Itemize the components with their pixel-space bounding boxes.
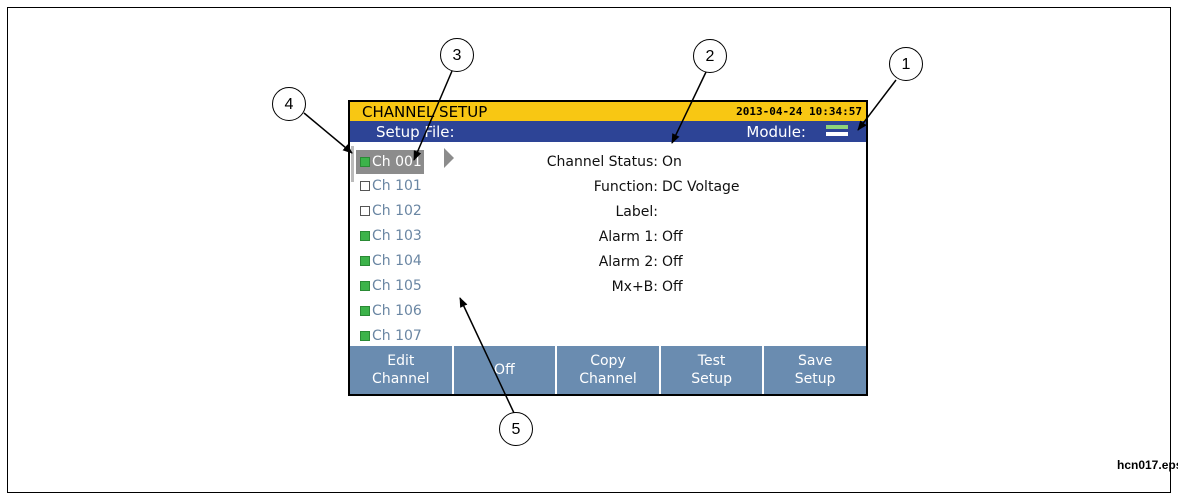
prop-value: Off <box>662 279 683 295</box>
channel-item-106[interactable]: Ch 106 <box>360 299 422 323</box>
prop-channel-status: Channel Status: On <box>520 150 866 174</box>
channel-item-105[interactable]: Ch 105 <box>360 274 422 298</box>
channel-item-107[interactable]: Ch 107 <box>360 324 422 348</box>
callout-1: 1 <box>889 47 923 81</box>
setup-bar: Setup File: Module: <box>350 121 866 142</box>
callout-3: 3 <box>440 38 474 72</box>
channel-label: Ch 103 <box>372 228 422 244</box>
prop-alarm-2: Alarm 2: Off <box>520 250 866 274</box>
channel-item-101[interactable]: Ch 101 <box>360 174 422 198</box>
prop-mxb: Mx+B: Off <box>520 275 866 299</box>
off-button[interactable]: Off <box>453 346 558 394</box>
channel-status-icon <box>360 256 370 266</box>
channel-label: Ch 107 <box>372 328 422 344</box>
module-label: Module: <box>746 123 806 141</box>
channel-label: Ch 106 <box>372 303 422 319</box>
softkey-bar: Edit Channel Off Copy Channel Test Setup… <box>350 346 866 394</box>
channel-status-icon <box>360 231 370 241</box>
prop-value: On <box>662 154 682 170</box>
channel-list: Ch 001 Ch 101 Ch 102 Ch 103 Ch 104 Ch 10… <box>350 142 520 344</box>
channel-item-104[interactable]: Ch 104 <box>360 249 422 273</box>
softkey-line2: Channel <box>579 371 637 387</box>
prop-label-field: Label: <box>520 200 866 224</box>
channel-label: Ch 001 <box>372 154 422 170</box>
module-icon <box>826 125 848 137</box>
screen-title: CHANNEL SETUP <box>362 103 488 121</box>
softkey-line2: Channel <box>372 371 430 387</box>
prop-label: Alarm 2: <box>598 254 658 270</box>
channel-status-icon <box>360 206 370 216</box>
datetime: 2013-04-24 10:34:57 <box>736 105 862 118</box>
channel-status-icon <box>360 306 370 316</box>
save-setup-button[interactable]: Save Setup <box>764 346 866 394</box>
channel-label: Ch 102 <box>372 203 422 219</box>
figure-ref: hcn017.eps <box>1117 458 1178 472</box>
channel-status-icon <box>360 181 370 191</box>
prop-function: Function: DC Voltage <box>520 175 866 199</box>
channel-item-001[interactable]: Ch 001 <box>356 150 424 174</box>
prop-label: Channel Status: <box>546 154 658 170</box>
prop-value: Off <box>662 254 683 270</box>
channel-status-icon <box>360 331 370 341</box>
selection-arrow-icon <box>444 148 454 168</box>
channel-label: Ch 101 <box>372 178 422 194</box>
callout-4: 4 <box>272 87 306 121</box>
test-setup-button[interactable]: Test Setup <box>660 346 765 394</box>
prop-label: Mx+B: <box>611 279 658 295</box>
softkey-line1: Copy <box>590 353 626 369</box>
edit-channel-button[interactable]: Edit Channel <box>350 346 454 394</box>
prop-label: Alarm 1: <box>598 229 658 245</box>
softkey-line2: Setup <box>794 371 836 387</box>
prop-label: Function: <box>593 179 658 195</box>
prop-label: Label: <box>615 204 659 220</box>
channel-item-103[interactable]: Ch 103 <box>360 224 422 248</box>
softkey-line2: Setup <box>691 371 732 387</box>
prop-value: Off <box>662 229 683 245</box>
title-bar: CHANNEL SETUP 2013-04-24 10:34:57 <box>350 102 866 121</box>
setup-file-label: Setup File: <box>376 123 455 141</box>
copy-channel-button[interactable]: Copy Channel <box>557 346 661 394</box>
prop-value: DC Voltage <box>662 179 740 195</box>
channel-item-102[interactable]: Ch 102 <box>360 199 422 223</box>
softkey-line1: Off <box>494 362 515 378</box>
callout-5: 5 <box>499 412 533 446</box>
channel-label: Ch 104 <box>372 253 422 269</box>
channel-status-icon <box>360 281 370 291</box>
prop-alarm-1: Alarm 1: Off <box>520 225 866 249</box>
softkey-line1: Save <box>797 353 833 369</box>
softkey-line1: Edit <box>387 353 415 369</box>
softkey-line1: Test <box>697 353 726 369</box>
channel-status-icon <box>360 157 370 167</box>
instrument-screen: CHANNEL SETUP 2013-04-24 10:34:57 Setup … <box>348 100 868 396</box>
callout-2: 2 <box>693 39 727 73</box>
channel-label: Ch 105 <box>372 278 422 294</box>
